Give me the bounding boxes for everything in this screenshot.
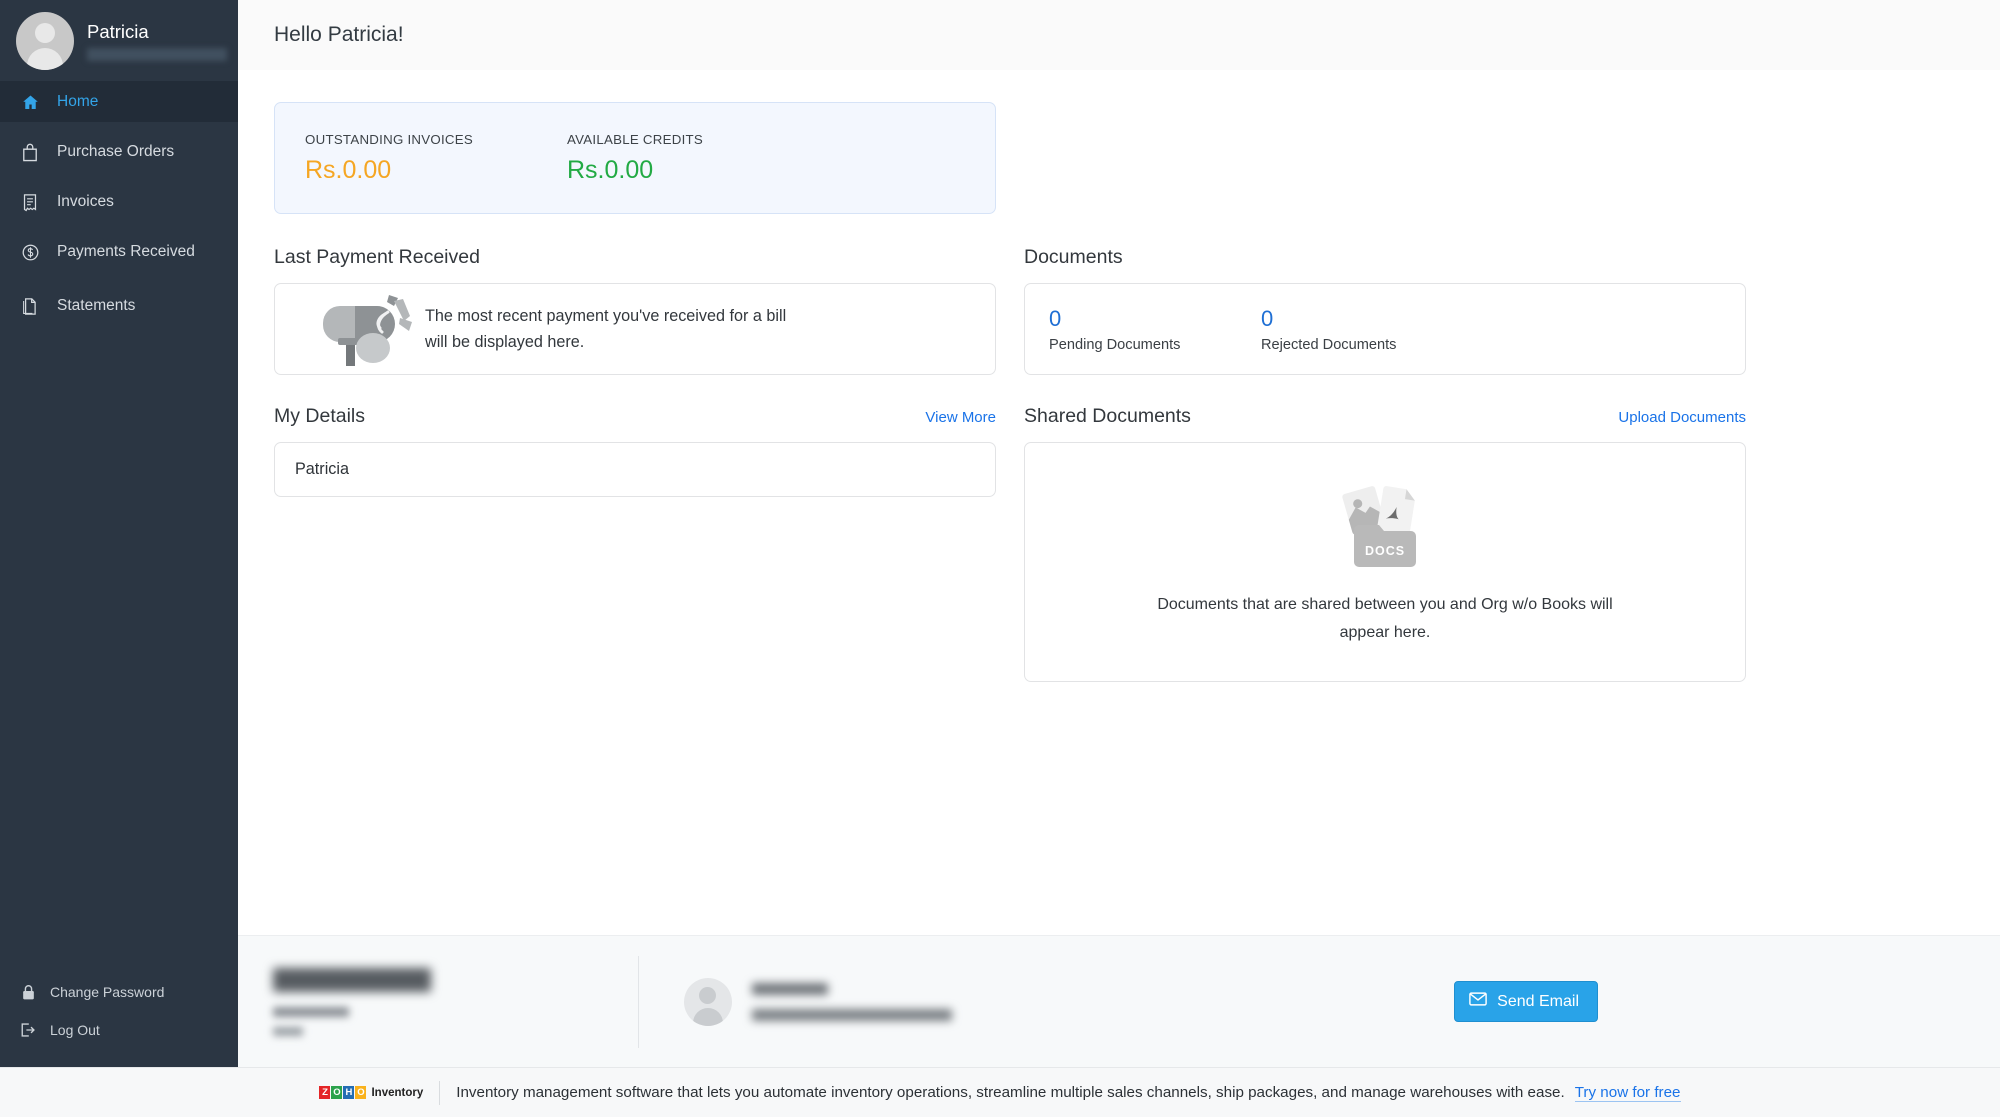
page-title: Hello Patricia! bbox=[274, 23, 404, 47]
my-details-panel: Patricia bbox=[274, 442, 996, 497]
home-icon bbox=[19, 91, 41, 113]
footer-org-line2-redacted bbox=[273, 1027, 303, 1036]
row-details-shared: My Details View More Patricia Shared Doc… bbox=[274, 405, 1964, 682]
top-bar: Hello Patricia! bbox=[238, 0, 2000, 70]
shared-documents-section: Shared Documents Upload Documents bbox=[1024, 405, 1746, 682]
contact-email-redacted bbox=[752, 1009, 952, 1021]
pending-documents-stat[interactable]: 0 Pending Documents bbox=[1049, 306, 1261, 353]
sidebar-item-payments-received-label: Payments Received bbox=[57, 243, 195, 261]
view-more-link[interactable]: View More bbox=[925, 409, 996, 426]
pending-documents-count: 0 bbox=[1049, 306, 1261, 332]
lock-icon bbox=[19, 981, 37, 1003]
mailbox-illustration bbox=[293, 290, 425, 368]
profile-text-group: Patricia bbox=[87, 21, 227, 61]
contact-text-group bbox=[752, 983, 952, 1021]
profile-name: Patricia bbox=[87, 21, 227, 43]
zoho-logo-letter-z: Z bbox=[319, 1086, 330, 1099]
outstanding-invoices-label: OUTSTANDING INVOICES bbox=[305, 132, 567, 147]
shared-documents-title: Shared Documents bbox=[1024, 405, 1191, 428]
main-content: Hello Patricia! OUTSTANDING INVOICES Rs.… bbox=[238, 0, 2000, 1067]
banner-message: Inventory management software that lets … bbox=[456, 1084, 1564, 1101]
footer-bar: Send Email bbox=[238, 935, 2000, 1067]
footer-org-line1-redacted bbox=[273, 1007, 349, 1017]
try-now-for-free-link[interactable]: Try now for free bbox=[1575, 1084, 1681, 1102]
footer-org-name-redacted bbox=[273, 968, 431, 992]
sidebar-item-purchase-orders-label: Purchase Orders bbox=[57, 143, 174, 161]
outstanding-invoices-stat: OUTSTANDING INVOICES Rs.0.00 bbox=[305, 132, 567, 185]
sidebar-item-log-out[interactable]: Log Out bbox=[0, 1011, 238, 1049]
sidebar-item-invoices[interactable]: Invoices bbox=[0, 182, 238, 222]
last-payment-empty-text: The most recent payment you've received … bbox=[425, 303, 795, 355]
sidebar-item-purchase-orders[interactable]: Purchase Orders bbox=[0, 132, 238, 172]
zoho-inventory-logo: Z O H O Inventory bbox=[319, 1086, 423, 1099]
zoho-logo-letter-o1: O bbox=[331, 1086, 342, 1099]
dollar-circle-icon bbox=[19, 241, 41, 263]
shared-documents-panel: DOCS Documents that are shared between y… bbox=[1024, 442, 1746, 682]
svg-text:DOCS: DOCS bbox=[1365, 544, 1405, 558]
footer-org-block bbox=[238, 968, 638, 1036]
sidebar-item-change-password[interactable]: Change Password bbox=[0, 973, 238, 1011]
my-details-title: My Details bbox=[274, 405, 365, 428]
summary-card: OUTSTANDING INVOICES Rs.0.00 AVAILABLE C… bbox=[274, 102, 996, 214]
outstanding-invoices-value: Rs.0.00 bbox=[305, 156, 567, 185]
envelope-icon bbox=[1469, 992, 1487, 1011]
sidebar-profile[interactable]: Patricia bbox=[0, 0, 238, 82]
rejected-documents-count: 0 bbox=[1261, 306, 1473, 332]
docs-folder-illustration: DOCS bbox=[1335, 481, 1435, 571]
sidebar-item-statements-label: Statements bbox=[57, 297, 135, 315]
zoho-logo-letter-h: H bbox=[343, 1086, 354, 1099]
shared-documents-empty-text: Documents that are shared between you an… bbox=[1150, 591, 1620, 647]
sidebar-item-statements[interactable]: Statements bbox=[0, 286, 238, 326]
contact-avatar bbox=[684, 978, 732, 1026]
available-credits-label: AVAILABLE CREDITS bbox=[567, 132, 829, 147]
sidebar-item-home[interactable]: Home bbox=[0, 82, 238, 122]
last-payment-panel: The most recent payment you've received … bbox=[274, 283, 996, 375]
document-icon bbox=[19, 295, 41, 317]
last-payment-header: Last Payment Received bbox=[274, 246, 996, 269]
promo-banner: Z O H O Inventory Inventory management s… bbox=[0, 1067, 2000, 1117]
documents-section: Documents 0 Pending Documents 0 Rejected… bbox=[1024, 246, 1746, 375]
sidebar-bottom-nav: Change Password Log Out bbox=[0, 973, 238, 1067]
my-details-name: Patricia bbox=[295, 460, 349, 479]
my-details-section: My Details View More Patricia bbox=[274, 405, 996, 682]
sidebar-item-log-out-label: Log Out bbox=[50, 1022, 100, 1038]
shared-documents-header: Shared Documents Upload Documents bbox=[1024, 405, 1746, 428]
sidebar-item-home-label: Home bbox=[57, 93, 98, 111]
logout-icon bbox=[19, 1019, 37, 1041]
last-payment-title: Last Payment Received bbox=[274, 246, 480, 269]
available-credits-value: Rs.0.00 bbox=[567, 156, 829, 185]
upload-documents-link[interactable]: Upload Documents bbox=[1618, 409, 1746, 426]
rejected-documents-label: Rejected Documents bbox=[1261, 337, 1473, 353]
zoho-logo-letter-o2: O bbox=[355, 1086, 366, 1099]
contact-name-redacted bbox=[752, 983, 828, 995]
zoho-logo-product-name: Inventory bbox=[371, 1087, 423, 1099]
last-payment-section: Last Payment Received bbox=[274, 246, 996, 375]
sidebar-item-payments-received[interactable]: Payments Received bbox=[0, 232, 238, 272]
send-email-button[interactable]: Send Email bbox=[1454, 981, 1598, 1022]
rejected-documents-stat[interactable]: 0 Rejected Documents bbox=[1261, 306, 1473, 353]
avatar bbox=[16, 12, 74, 70]
bag-icon bbox=[19, 141, 41, 163]
pending-documents-label: Pending Documents bbox=[1049, 337, 1261, 353]
my-details-header: My Details View More bbox=[274, 405, 996, 428]
documents-panel: 0 Pending Documents 0 Rejected Documents bbox=[1024, 283, 1746, 375]
sidebar: Patricia Home Purchase Orders bbox=[0, 0, 238, 1067]
documents-header: Documents bbox=[1024, 246, 1746, 269]
invoice-icon bbox=[19, 191, 41, 213]
profile-subtitle-redacted bbox=[87, 48, 227, 61]
sidebar-nav: Home Purchase Orders Invoices bbox=[0, 82, 238, 326]
send-email-label: Send Email bbox=[1497, 993, 1579, 1011]
app-root: Patricia Home Purchase Orders bbox=[0, 0, 2000, 1117]
documents-title: Documents bbox=[1024, 246, 1123, 269]
available-credits-stat: AVAILABLE CREDITS Rs.0.00 bbox=[567, 132, 829, 185]
row-payment-documents: Last Payment Received bbox=[274, 246, 1964, 375]
footer-contact-block bbox=[639, 978, 1454, 1026]
content-area: OUTSTANDING INVOICES Rs.0.00 AVAILABLE C… bbox=[238, 70, 2000, 682]
sidebar-item-change-password-label: Change Password bbox=[50, 984, 164, 1000]
banner-separator bbox=[439, 1081, 440, 1105]
sidebar-item-invoices-label: Invoices bbox=[57, 193, 114, 211]
